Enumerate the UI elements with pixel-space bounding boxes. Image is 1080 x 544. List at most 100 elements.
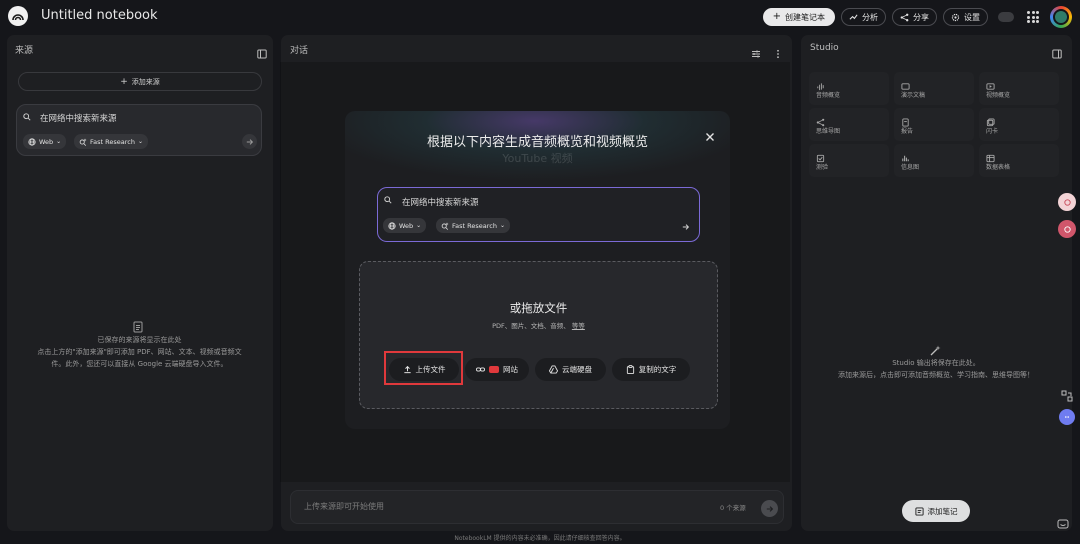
copied-text-button[interactable]: 复制的文字 bbox=[612, 358, 690, 381]
dialog-search-box[interactable]: 在网络中搜索新来源 Web ⌄ Fast Research ⌄ bbox=[377, 187, 700, 242]
submit-search-button[interactable] bbox=[678, 219, 693, 234]
translate-icon[interactable] bbox=[1061, 387, 1073, 402]
studio-tool-label: 音频概览 bbox=[816, 92, 841, 99]
drop-zone-title: 或拖放文件 bbox=[509, 301, 568, 315]
settings-button[interactable]: 设置 bbox=[943, 8, 988, 26]
research-mode-dropdown[interactable]: Fast Research ⌄ bbox=[74, 134, 148, 149]
quiz-icon bbox=[816, 148, 825, 163]
arrow-right-icon bbox=[246, 138, 253, 145]
chevron-down-icon: ⌄ bbox=[56, 138, 62, 145]
studio-tool-label: 闪卡 bbox=[986, 128, 999, 135]
document-icon bbox=[133, 318, 143, 333]
slides-icon bbox=[901, 76, 910, 90]
studio-tool-label: 报告 bbox=[901, 128, 914, 135]
dialog-search-input[interactable]: 在网络中搜索新来源 bbox=[402, 196, 479, 208]
chevron-down-icon: ⌄ bbox=[499, 222, 505, 229]
assistant-icon[interactable] bbox=[1059, 409, 1075, 425]
drop-zone-subtitle: PDF、图片、文档、音频、 等等 bbox=[360, 320, 717, 330]
more-vert-icon[interactable] bbox=[773, 44, 783, 59]
analytics-label: 分析 bbox=[862, 12, 878, 22]
trending-icon bbox=[849, 13, 858, 20]
studio-empty-desc: 添加来源后，点击即可添加音频概览、学习指南、思维导图等！ bbox=[838, 371, 1034, 379]
send-button[interactable] bbox=[761, 500, 778, 517]
apps-grid-icon[interactable] bbox=[1027, 11, 1039, 23]
create-notebook-label: 创建笔记本 bbox=[785, 12, 825, 22]
web-source-dropdown[interactable]: Web ⌄ bbox=[23, 134, 67, 149]
drive-label: 云端硬盘 bbox=[562, 365, 592, 374]
tune-icon[interactable] bbox=[751, 44, 761, 58]
add-note-button[interactable]: 添加笔记 bbox=[902, 500, 970, 522]
add-source-label: 添加来源 bbox=[131, 77, 160, 86]
research-chip-label: Fast Research bbox=[452, 221, 497, 230]
source-search-box[interactable]: 在网络中搜索新来源 Web ⌄ Fast Research ⌄ bbox=[16, 104, 262, 156]
arrow-right-icon bbox=[682, 223, 689, 230]
website-button[interactable]: 网站 bbox=[465, 358, 529, 381]
studio-tool-tile[interactable]: 闪卡 bbox=[979, 108, 1059, 141]
rotating-hint-text: YouTube 视频 bbox=[502, 152, 573, 165]
arrow-right-icon bbox=[766, 505, 773, 512]
youtube-icon bbox=[489, 366, 499, 373]
extension-icon[interactable] bbox=[1058, 220, 1076, 238]
studio-tool-tile[interactable]: 信息图 bbox=[894, 144, 974, 177]
studio-tool-tile[interactable]: 测验 bbox=[809, 144, 889, 177]
more-types-link[interactable]: 等等 bbox=[572, 322, 585, 330]
chat-input[interactable]: 上传来源即可开始使用 bbox=[304, 501, 384, 512]
web-chip-label: Web bbox=[399, 221, 414, 230]
google-drive-button[interactable]: 云端硬盘 bbox=[535, 358, 606, 381]
studio-tool-tile[interactable]: 音频概览 bbox=[809, 72, 889, 105]
studio-tool-tile[interactable]: 演示文稿 bbox=[894, 72, 974, 105]
studio-tool-label: 测验 bbox=[816, 164, 829, 171]
magic-wand-icon bbox=[929, 342, 941, 356]
extension-icon[interactable] bbox=[1058, 193, 1076, 211]
chat-input-bar: 上传来源即可开始使用 0 个来源 bbox=[290, 490, 784, 524]
chevron-down-icon: ⌄ bbox=[416, 222, 422, 229]
collapse-panel-icon[interactable] bbox=[1052, 44, 1062, 59]
audio-icon bbox=[816, 76, 825, 91]
note-icon bbox=[914, 506, 924, 516]
chat-title: 对话 bbox=[290, 46, 309, 56]
research-chip-label: Fast Research bbox=[90, 137, 135, 146]
add-source-button[interactable]: + 添加来源 bbox=[18, 72, 262, 91]
search-icon bbox=[23, 113, 31, 121]
chevron-down-icon: ⌄ bbox=[137, 138, 143, 145]
top-bar: Untitled notebook + 创建笔记本 分析 分享 设置 bbox=[0, 0, 1080, 34]
source-search-input[interactable]: 在网络中搜索新来源 bbox=[40, 112, 117, 124]
table-icon bbox=[986, 148, 995, 163]
submit-search-button[interactable] bbox=[242, 134, 257, 149]
add-note-label: 添加笔记 bbox=[927, 506, 958, 516]
chart-icon bbox=[901, 148, 910, 162]
web-source-dropdown[interactable]: Web ⌄ bbox=[383, 218, 427, 233]
notebooklm-logo-icon[interactable] bbox=[8, 6, 28, 26]
web-chip-label: Web bbox=[39, 137, 54, 146]
close-icon[interactable] bbox=[705, 127, 715, 141]
analytics-button[interactable]: 分析 bbox=[841, 8, 886, 26]
share-button[interactable]: 分享 bbox=[892, 8, 937, 26]
notebook-title[interactable]: Untitled notebook bbox=[41, 8, 158, 23]
collapse-panel-icon[interactable] bbox=[257, 44, 267, 59]
sources-title: 来源 bbox=[15, 46, 34, 56]
studio-empty-title: Studio 输出将保存在此处。 bbox=[892, 359, 980, 367]
settings-label: 设置 bbox=[964, 12, 980, 22]
supported-types: PDF、图片、文档、音频、 bbox=[492, 322, 570, 330]
feedback-icon[interactable] bbox=[1057, 515, 1069, 529]
mindmap-icon bbox=[816, 112, 825, 127]
studio-tool-tile[interactable]: 报告 bbox=[894, 108, 974, 141]
research-mode-dropdown[interactable]: Fast Research ⌄ bbox=[436, 218, 510, 233]
report-icon bbox=[901, 112, 910, 127]
studio-tool-label: 视频概览 bbox=[986, 92, 1011, 99]
globe-icon bbox=[28, 137, 36, 146]
sources-panel: 来源 + 添加来源 在网络中搜索新来源 Web ⌄ Fast Research … bbox=[7, 35, 273, 531]
studio-tool-label: 信息图 bbox=[901, 164, 920, 171]
theme-toggle[interactable] bbox=[998, 12, 1014, 22]
highlight-box bbox=[384, 351, 463, 385]
share-label: 分享 bbox=[913, 12, 929, 22]
studio-tool-tile[interactable]: 视频概览 bbox=[979, 72, 1059, 105]
footer-disclaimer: NotebookLM 提供的内容未必准确，因此请仔细核查回答内容。 bbox=[454, 535, 626, 542]
studio-tool-tile[interactable]: 思维导图 bbox=[809, 108, 889, 141]
sparkle-search-icon bbox=[79, 137, 87, 146]
create-notebook-button[interactable]: + 创建笔记本 bbox=[762, 8, 835, 26]
search-icon bbox=[384, 196, 392, 204]
studio-tool-tile[interactable]: 数据表格 bbox=[979, 144, 1059, 177]
avatar[interactable] bbox=[1050, 6, 1072, 28]
file-drop-zone[interactable]: 或拖放文件 PDF、图片、文档、音频、 等等 上传文件 网站 云端硬盘 复制的文… bbox=[359, 261, 718, 409]
